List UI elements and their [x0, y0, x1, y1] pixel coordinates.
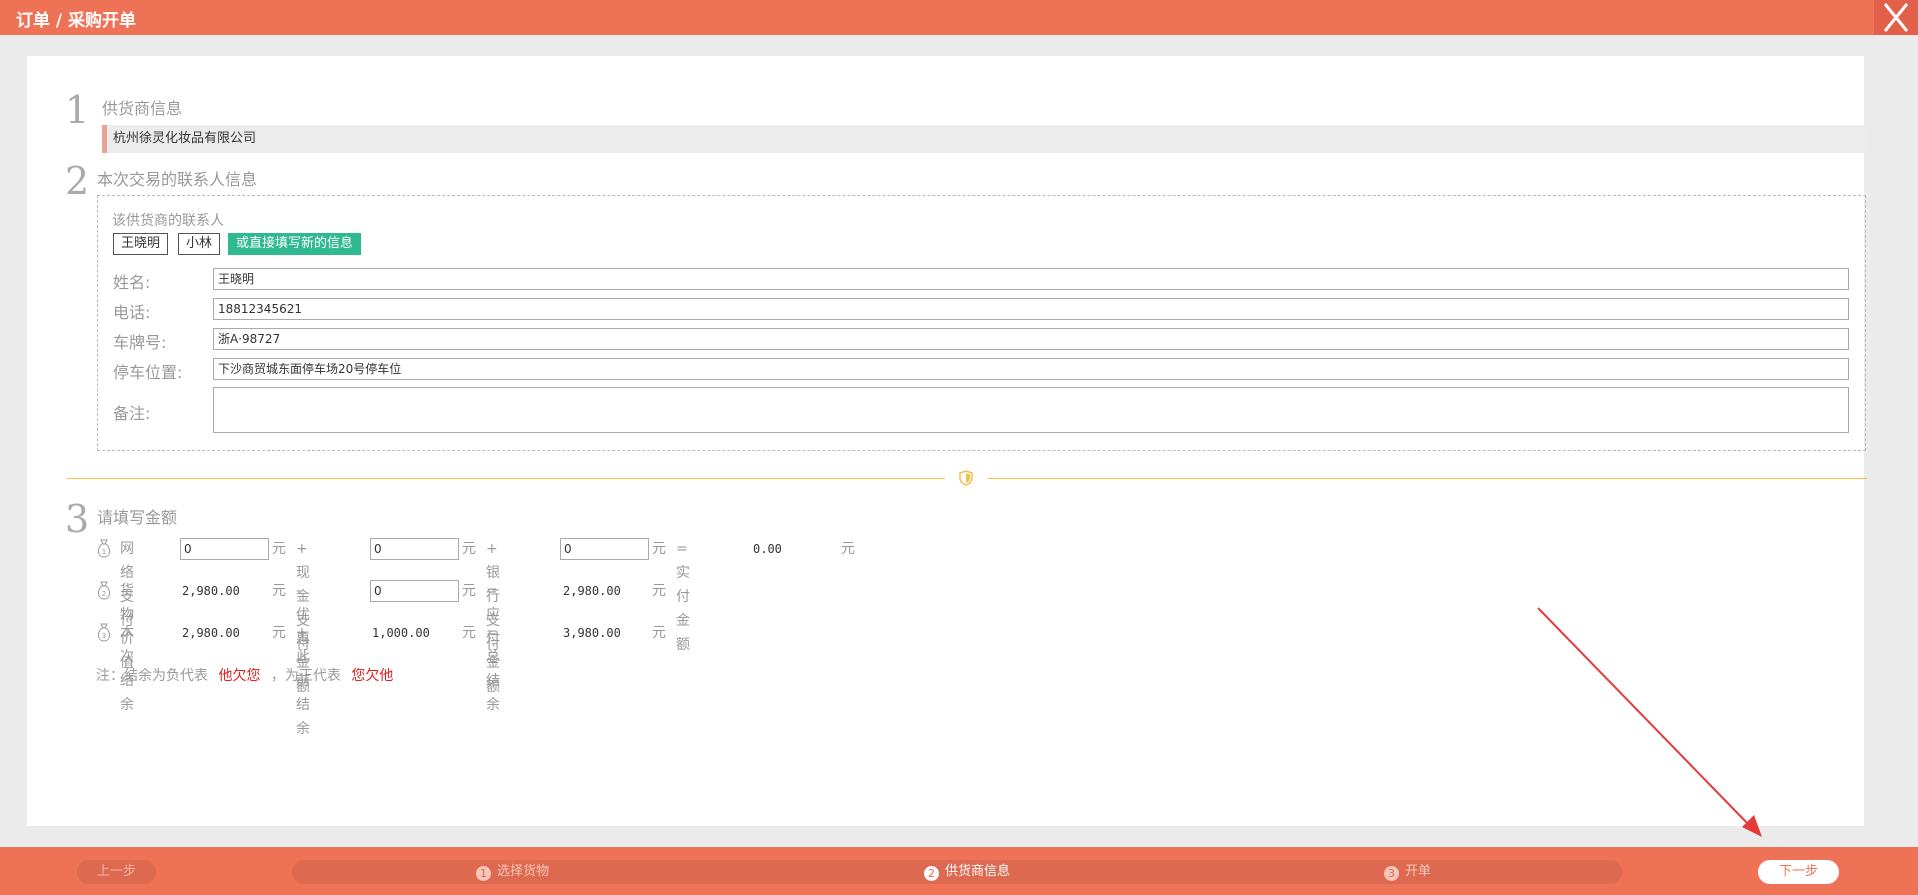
step-circle: 3 [1384, 866, 1399, 881]
note-positive: 您欠他 [351, 668, 394, 684]
online-pay-input[interactable]: 0 [180, 538, 269, 560]
step-label: 选择货物 [497, 864, 550, 879]
cash-pay-input[interactable]: 0 [370, 538, 459, 560]
payable-value: 2,980.00 [563, 584, 621, 598]
new-info-button[interactable]: 或直接填写新的信息 [228, 233, 362, 255]
unit-label: 元 [462, 541, 476, 557]
wizard-progress: 1 选择货物 2 供货商信息 3 开单 [292, 860, 1622, 884]
prev-balance-value: 1,000.00 [372, 626, 430, 640]
total-balance-value: 3,980.00 [563, 626, 621, 640]
unit-label: 元 [652, 625, 666, 641]
step-circle: 1 [476, 866, 491, 881]
step-number-1: 1 [65, 88, 90, 132]
money-bag-icon: 2 [98, 581, 110, 600]
unit-label: 元 [272, 583, 286, 599]
unit-label: 元 [841, 541, 855, 557]
step-label: 供货商信息 [945, 864, 1011, 879]
amount-title: 请填写金额 [97, 508, 178, 527]
section-divider-left [67, 478, 945, 479]
money-bag-icon: 1 [98, 539, 110, 558]
discount-input[interactable]: 0 [370, 580, 459, 602]
shield-icon [959, 470, 973, 486]
unit-label: 元 [272, 541, 286, 557]
supplier-info-title: 供货商信息 [102, 99, 183, 118]
step-number-2: 2 [65, 159, 90, 203]
remark-label: 备注: [113, 404, 151, 423]
unit-label: 元 [652, 541, 666, 557]
note-middle: ，为正代表 [270, 668, 341, 684]
close-icon [1883, 3, 1909, 32]
page-title: 订单 / 采购开单 [16, 11, 137, 31]
bank-pay-input[interactable]: 0 [560, 538, 649, 560]
unit-label: 元 [272, 625, 286, 641]
note-prefix: 注：结余为负代表 [96, 668, 208, 684]
annotation-arrow-icon [1537, 607, 1762, 837]
prev-step-button[interactable]: 上一步 [77, 860, 156, 884]
step-number-3: 3 [65, 497, 90, 541]
step-circle: 2 [924, 866, 939, 881]
contact-info-title: 本次交易的联系人信息 [97, 170, 258, 189]
parking-label: 停车位置: [113, 363, 183, 382]
phone-input[interactable]: 18812345621 [213, 298, 1849, 320]
note-negative: 他欠您 [218, 668, 261, 684]
remark-textarea[interactable] [213, 387, 1849, 433]
goods-value: 2,980.00 [182, 584, 240, 598]
current-balance-value: 2,980.00 [182, 626, 240, 640]
svg-text:1: 1 [102, 548, 106, 556]
phone-label: 电话: [113, 303, 151, 322]
contact-chip-wangxiaoming[interactable]: 王晓明 [113, 233, 169, 255]
contacts-subtitle: 该供货商的联系人 [112, 213, 224, 229]
close-button[interactable] [1874, 0, 1918, 35]
section-divider-right [988, 478, 1867, 479]
actual-pay-value: 0.00 [753, 542, 782, 556]
contact-chip-xiaolin[interactable]: 小林 [178, 233, 221, 255]
next-step-button[interactable]: 下一步 [1758, 860, 1839, 884]
progress-step-2[interactable]: 2 供货商信息 [924, 860, 1010, 884]
svg-text:3: 3 [102, 632, 106, 640]
top-bar: 订单 / 采购开单 [0, 0, 1918, 35]
balance-note: 注：结余为负代表 他欠您 ，为正代表 您欠他 [96, 665, 393, 685]
name-label: 姓名: [113, 273, 151, 292]
plate-label: 车牌号: [113, 333, 167, 352]
supplier-name-field[interactable]: 杭州徐灵化妆品有限公司 [102, 125, 1866, 153]
plate-input[interactable]: 浙A·98727 [213, 328, 1849, 350]
total-balance-label: = 总结余 [486, 625, 500, 713]
name-input[interactable]: 王晓明 [213, 268, 1849, 290]
svg-text:2: 2 [102, 590, 106, 598]
parking-input[interactable]: 下沙商贸城东面停车场20号停车位 [213, 358, 1849, 380]
unit-label: 元 [462, 583, 476, 599]
bottom-bar: 上一步 1 选择货物 2 供货商信息 3 开单 下一步 [0, 847, 1918, 895]
progress-step-3[interactable]: 3 开单 [1384, 860, 1431, 884]
step-label: 开单 [1405, 864, 1432, 879]
contact-box: 该供货商的联系人 王晓明 小林 或直接填写新的信息 姓名: 王晓明 电话: 18… [97, 195, 1866, 451]
money-bag-icon: 3 [98, 623, 110, 642]
progress-step-1[interactable]: 1 选择货物 [476, 860, 549, 884]
unit-label: 元 [652, 583, 666, 599]
actual-pay-label: = 实付金额 [676, 541, 690, 653]
unit-label: 元 [462, 625, 476, 641]
